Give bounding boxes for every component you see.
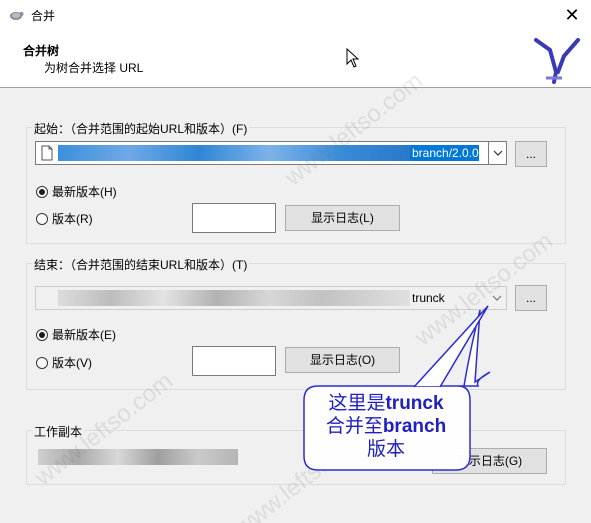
- end-url-tail: trunck: [412, 291, 445, 305]
- end-rev-input[interactable]: [192, 346, 276, 376]
- start-rev-label: 版本(R): [52, 212, 93, 226]
- start-rev-radio[interactable]: 版本(R): [36, 210, 93, 227]
- radio-dot: [36, 328, 48, 341]
- close-button[interactable]: ✕: [561, 4, 583, 26]
- window-title: 合并: [31, 9, 56, 23]
- end-head-radio[interactable]: 最新版本(E): [36, 326, 116, 343]
- end-browse-button[interactable]: ...: [515, 285, 547, 311]
- end-group-label: 结束：（合并范围的结束URL和版本）(T): [32, 256, 250, 273]
- end-head-label: 最新版本(E): [52, 328, 116, 342]
- end-url-blurred: [58, 290, 410, 306]
- start-url-tail: branch/2.0.0: [410, 145, 479, 161]
- start-browse-button[interactable]: ...: [515, 141, 547, 167]
- end-show-log-button[interactable]: 显示日志(O): [285, 347, 400, 373]
- end-url-combobox[interactable]: trunck: [35, 286, 507, 310]
- radio-dot: [36, 185, 48, 198]
- chevron-down-icon: [493, 150, 502, 156]
- radio-dot: [36, 356, 48, 369]
- tortoise-icon: [10, 12, 24, 20]
- callout-line-3: 版本: [366, 438, 405, 460]
- start-url-combobox[interactable]: branch/2.0.0: [35, 141, 507, 165]
- start-head-radio[interactable]: 最新版本(H): [36, 183, 117, 200]
- start-rev-input[interactable]: [192, 203, 276, 233]
- end-rev-label: 版本(V): [52, 356, 92, 370]
- page-title: 合并树: [23, 44, 60, 58]
- start-url-blurred: [58, 145, 410, 161]
- radio-dot: [36, 212, 48, 225]
- dialog-header: 合并树 为树合并选择 URL: [0, 30, 591, 88]
- merge-logo: [534, 38, 580, 84]
- start-group-label: 起始：（合并范围的起始URL和版本）(F): [32, 120, 250, 137]
- callout-line-2: 合并至branch: [325, 415, 447, 437]
- mouse-cursor-icon: [346, 48, 360, 68]
- page-subtitle: 为树合并选择 URL: [44, 61, 144, 75]
- callout-line-1: 这里是trunck: [328, 392, 444, 414]
- title-bar: 合并 ✕: [0, 0, 591, 30]
- start-url-dropdown[interactable]: [488, 142, 506, 164]
- callout-text: 这里是trunck 合并至branch 版本: [306, 392, 466, 461]
- start-show-log-button[interactable]: 显示日志(L): [285, 205, 400, 231]
- start-head-label: 最新版本(H): [52, 185, 117, 199]
- document-icon: [41, 145, 53, 161]
- end-rev-radio[interactable]: 版本(V): [36, 354, 92, 371]
